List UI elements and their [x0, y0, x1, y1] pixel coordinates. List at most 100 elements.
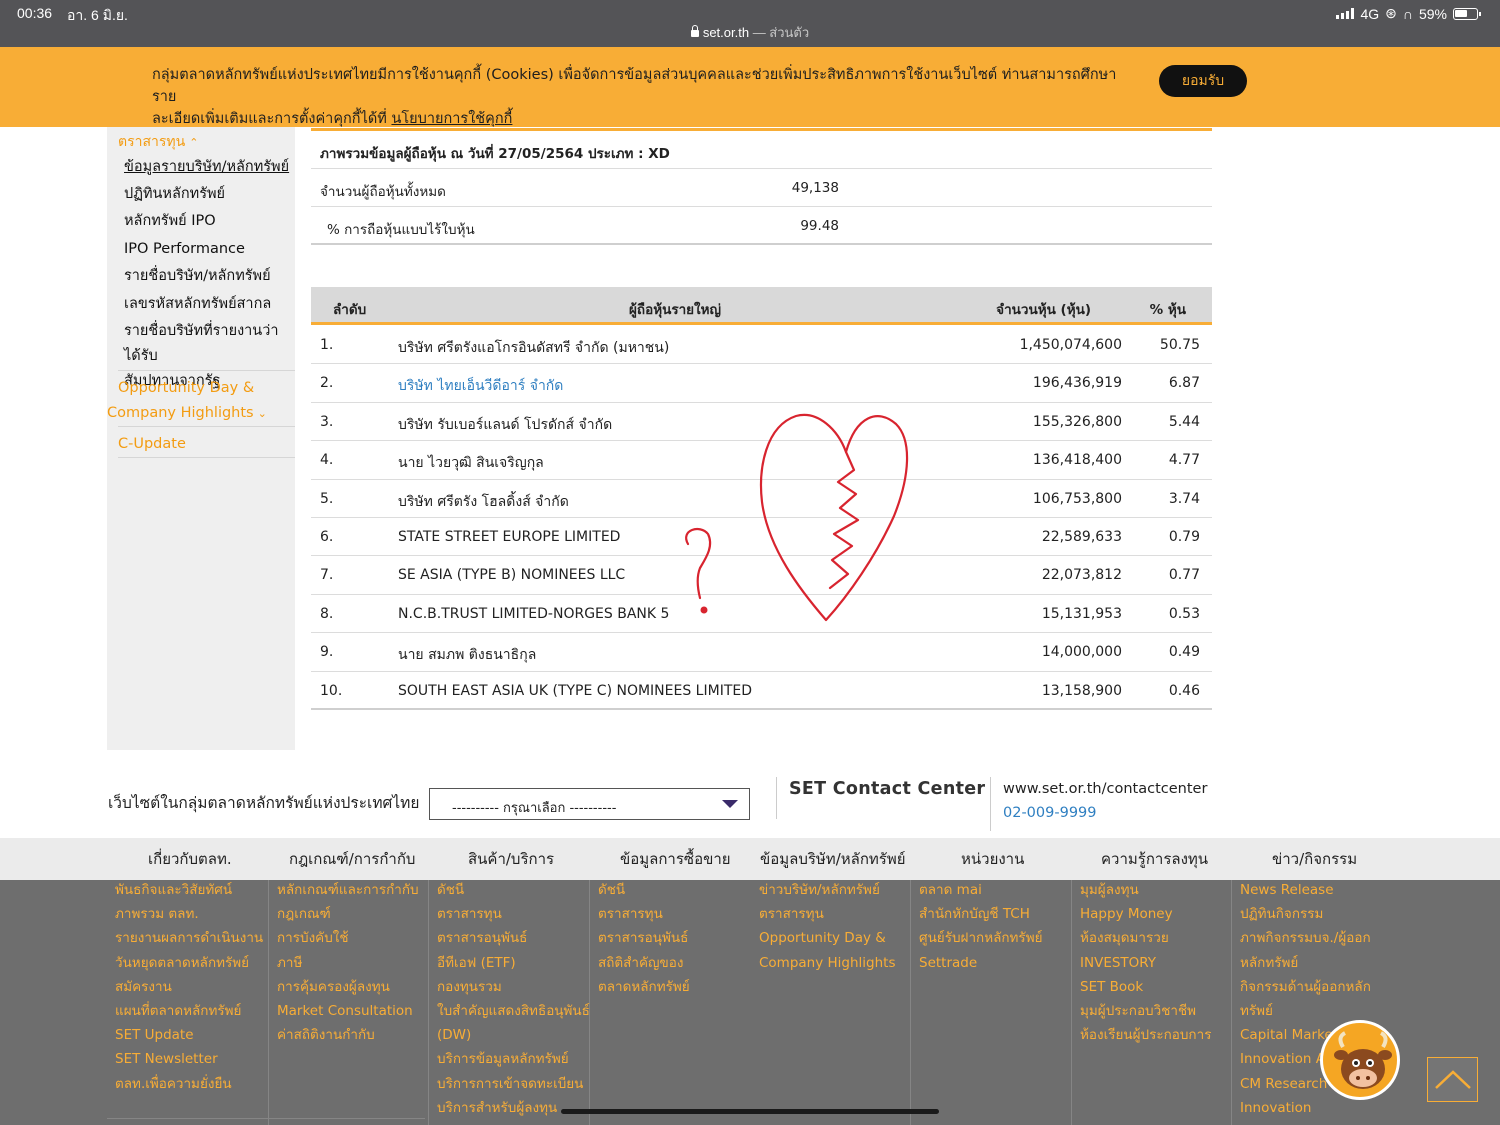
footer-link[interactable]: กิจกรรมด้านผู้ออกหลัก — [1240, 975, 1371, 999]
footer-link[interactable]: Innovation — [1240, 1096, 1311, 1120]
footer-link[interactable]: กฎเกณฑ์ — [277, 902, 331, 926]
footer-link[interactable]: บริการการเข้าจดทะเบียน — [437, 1072, 583, 1096]
footer-link[interactable]: ตราสารอนุพันธ์ — [437, 926, 527, 950]
footer-link[interactable]: Settrade — [919, 951, 977, 975]
accept-cookies-button[interactable]: ยอมรับ — [1159, 65, 1247, 97]
footer-link[interactable]: สถิติสำคัญของ — [598, 951, 683, 975]
footer-link[interactable]: Company Highlights — [759, 951, 896, 975]
cell-rank: 6. — [320, 529, 334, 545]
sidebar-section-equity[interactable]: ตราสารทุน ⌃ — [118, 131, 198, 153]
table-row: 4. นาย ไวยวุฒิ สินเจริญกุล 136,418,400 4.77 — [311, 441, 1212, 480]
footer-link[interactable]: หลักทรัพย์ — [1240, 951, 1298, 975]
cell-shares: 22,073,812 — [1041, 567, 1122, 584]
footer-link[interactable]: ตลาดหลักทรัพย์ — [598, 975, 690, 999]
sidebar-item-calendar[interactable]: ปฏิทินหลักทรัพย์ — [124, 182, 225, 207]
footer-link[interactable]: ตลาด mai — [919, 878, 982, 902]
cookie-policy-link[interactable]: นโยบายการใช้คุกกี้ — [391, 111, 512, 127]
footer-link[interactable]: บริการสำหรับผู้ลงทุน — [437, 1096, 557, 1120]
contact-phone-link[interactable]: 02-009-9999 — [1003, 805, 1097, 821]
footer-link[interactable]: CM Research — [1240, 1072, 1327, 1096]
footer-nav-rules[interactable]: กฎเกณฑ์/การกำกับ — [289, 847, 415, 871]
footer-link[interactable]: ศูนย์รับฝากหลักทรัพย์ — [919, 926, 1043, 950]
footer-link[interactable]: สมัครงาน — [115, 975, 172, 999]
cell-rank: 5. — [320, 490, 334, 507]
footer-link[interactable]: มุมผู้ลงทุน — [1080, 878, 1139, 902]
footer-link[interactable]: การบังคับใช้ — [277, 926, 349, 950]
home-indicator[interactable] — [561, 1109, 939, 1114]
footer-link[interactable]: ดัชนี — [598, 878, 625, 902]
footer-link[interactable]: Market Consultation — [277, 999, 413, 1023]
footer-link[interactable]: ใบสำคัญแสดงสิทธิอนุพันธ์ — [437, 999, 590, 1023]
cell-holder-name: บริษัท ศรีตรัง โฮลดิ้งส์ จำกัด — [398, 493, 569, 510]
address-bar[interactable]: set.or.th — ส่วนตัว — [0, 22, 1500, 43]
sidebar-section-label: ตราสารทุน — [118, 134, 186, 150]
footer-link[interactable]: ปฏิทินกิจกรรม — [1240, 902, 1323, 926]
table-row: 10. SOUTH EAST ASIA UK (TYPE C) NOMINEES … — [311, 672, 1212, 710]
footer-link[interactable]: SET Newsletter — [115, 1047, 218, 1071]
footer-link[interactable]: News Release — [1240, 878, 1334, 902]
sidebar-item-opportunity-day[interactable]: Opportunity Day & Company Highlights ⌄ — [107, 376, 267, 426]
footer-link[interactable]: หลักเกณฑ์และการกำกับ — [277, 878, 419, 902]
sidebar-item-ipo-performance[interactable]: IPO Performance — [124, 237, 245, 262]
footer-nav-products[interactable]: สินค้า/บริการ — [468, 847, 554, 871]
footer-link[interactable]: พันธกิจและวิสัยทัศน์ — [115, 878, 232, 902]
footer-link[interactable]: บริการข้อมูลหลักทรัพย์ — [437, 1047, 569, 1071]
footer-link[interactable]: แผนที่ตลาดหลักทรัพย์ — [115, 999, 241, 1023]
footer-link[interactable]: ตราสารทุน — [759, 902, 824, 926]
location-icon: ⊛ — [1385, 5, 1397, 21]
signal-icon — [1336, 8, 1355, 19]
footer-link[interactable]: ค่าสถิติงานกำกับ — [277, 1023, 375, 1047]
footer-link[interactable]: สำนักหักบัญชี TCH — [919, 902, 1030, 926]
battery-label: 59% — [1418, 5, 1447, 22]
status-bar: 00:36 อา. 6 มิ.ย. 4G ⊛ ∩ 59% set.or.th —… — [0, 0, 1500, 47]
footer-link[interactable]: SET Book — [1080, 975, 1143, 999]
footer-link[interactable]: ตราสารทุน — [437, 902, 502, 926]
sidebar-item-ipo[interactable]: หลักทรัพย์ IPO — [124, 209, 216, 234]
scroll-top-button[interactable] — [1427, 1057, 1478, 1102]
footer-link[interactable]: วันหยุดตลาดหลักทรัพย์ — [115, 951, 249, 975]
footer-nav-news[interactable]: ข่าว/กิจกรรม — [1272, 847, 1357, 871]
sidebar-item-c-update[interactable]: C-Update — [118, 432, 186, 457]
footer-nav-companies[interactable]: ข้อมูลบริษัท/หลักทรัพย์ — [760, 847, 906, 871]
footer-link[interactable]: Opportunity Day & — [759, 926, 886, 950]
footer-link[interactable]: ทรัพย์ — [1240, 999, 1273, 1023]
footer-link[interactable]: กองทุนรวม — [437, 975, 502, 999]
footer-link[interactable]: ห้องสมุดมารวย — [1080, 926, 1169, 950]
sidebar-item-company-list[interactable]: รายชื่อบริษัท/หลักทรัพย์ — [124, 264, 271, 289]
footer-link[interactable]: ตราสารทุน — [598, 902, 663, 926]
footer-link[interactable]: ตลท.เพื่อความยั่งยืน — [115, 1072, 232, 1096]
footer-nav-about[interactable]: เกี่ยวกับตลท. — [148, 847, 232, 871]
table-row: 9. นาย สมภพ ติงธนาธิกุล 14,000,000 0.49 — [311, 633, 1212, 672]
footer-link[interactable]: ตราสารอนุพันธ์ — [598, 926, 688, 950]
footer-link[interactable]: Happy Money — [1080, 902, 1173, 926]
cell-holder-name: SE ASIA (TYPE B) NOMINEES LLC — [398, 567, 626, 584]
footer-nav-knowledge[interactable]: ความรู้การลงทุน — [1101, 847, 1208, 871]
footer-link[interactable]: SET Update — [115, 1023, 194, 1047]
footer-link[interactable]: รายงานผลการดำเนินงาน — [115, 926, 263, 950]
footer-link[interactable]: ห้องเรียนผู้ประกอบการ — [1080, 1023, 1211, 1047]
sidebar-item-isin[interactable]: เลขรหัสหลักทรัพย์สากล — [124, 292, 271, 317]
footer-link[interactable]: ภาษี — [277, 951, 302, 975]
contact-web-link[interactable]: www.set.or.th/contactcenter — [1003, 781, 1207, 797]
footer-link[interactable]: INVESTORY — [1080, 951, 1156, 975]
footer-nav-units[interactable]: หน่วยงาน — [961, 847, 1024, 871]
footer-link[interactable]: ภาพกิจกรรมบจ./ผู้ออก — [1240, 926, 1371, 950]
cell-holder-name: N.C.B.TRUST LIMITED-NORGES BANK 5 — [398, 605, 670, 622]
mascot-icon[interactable] — [1320, 1020, 1400, 1100]
footer-link[interactable]: มุมผู้ประกอบวิชาชีพ — [1080, 999, 1196, 1023]
sites-select[interactable]: ---------- กรุณาเลือก ---------- — [429, 788, 750, 820]
cell-holder-name[interactable]: บริษัท ไทยเอ็นวีดีอาร์ จำกัด — [398, 375, 563, 397]
footer-link[interactable]: การคุ้มครองผู้ลงทุน — [277, 975, 390, 999]
footer-link[interactable]: ดัชนี — [437, 878, 464, 902]
footer-link[interactable]: (DW) — [437, 1023, 471, 1047]
footer-link[interactable]: อีทีเอฟ (ETF) — [437, 951, 516, 975]
cell-holder-name: นาย ไวยวุฒิ สินเจริญกุล — [398, 455, 544, 472]
footer-nav-trading[interactable]: ข้อมูลการซื้อขาย — [620, 847, 731, 871]
footer-link[interactable]: ข่าวบริษัท/หลักทรัพย์ — [759, 878, 880, 902]
cell-rank: 1. — [320, 337, 334, 353]
footer-link[interactable]: ภาพรวม ตลท. — [115, 902, 199, 926]
sidebar-opportunity-line-1: Opportunity Day & — [118, 380, 255, 396]
cell-holder-name: นาย สมภพ ติงธนาธิกุล — [398, 647, 537, 664]
table-row: 5. บริษัท ศรีตรัง โฮลดิ้งส์ จำกัด 106,753,… — [311, 480, 1212, 518]
sidebar-item-company-info[interactable]: ข้อมูลรายบริษัท/หลักทรัพย์ — [124, 155, 289, 180]
